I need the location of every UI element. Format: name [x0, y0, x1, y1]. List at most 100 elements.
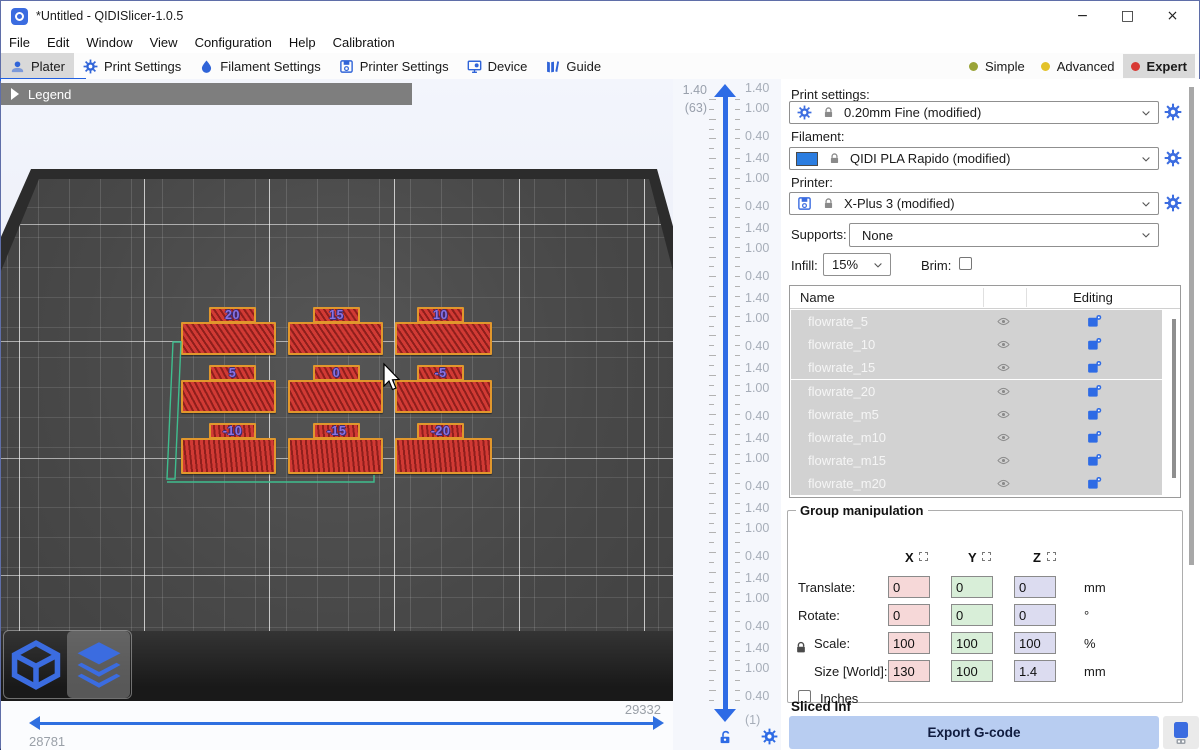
gcode-move-slider[interactable]: [39, 722, 653, 725]
gm-input-y[interactable]: 100: [951, 632, 993, 654]
menu-help[interactable]: Help: [289, 35, 316, 50]
plate-object-value[interactable]: 5: [209, 365, 256, 381]
gm-input-x[interactable]: 100: [888, 632, 930, 654]
move-slider-right-handle[interactable]: [653, 716, 664, 730]
filament-gear-button[interactable]: [1164, 149, 1182, 167]
object-row-flowrate_m10[interactable]: flowrate_m10: [791, 426, 1162, 449]
edit-icon[interactable]: [1087, 314, 1102, 329]
plate-object-body[interactable]: [288, 438, 383, 474]
plate-object-body[interactable]: [288, 380, 383, 413]
printer-combo[interactable]: X-Plus 3 (modified): [789, 192, 1159, 215]
infill-combo[interactable]: 15%: [823, 253, 891, 276]
legend-toggle[interactable]: Legend: [1, 83, 412, 105]
eye-icon[interactable]: [996, 431, 1011, 444]
plate-object-body[interactable]: [395, 380, 492, 413]
column-editing: Editing: [1048, 290, 1138, 305]
object-row-flowrate_5[interactable]: flowrate_5: [791, 310, 1162, 333]
layer-slider-lower-handle[interactable]: [714, 709, 736, 722]
object-row-flowrate_10[interactable]: flowrate_10: [791, 333, 1162, 356]
preview-view-button[interactable]: [67, 631, 130, 698]
gm-input-z[interactable]: 1.4: [1014, 660, 1056, 682]
plate-object-body[interactable]: [181, 322, 276, 355]
edit-icon[interactable]: [1087, 337, 1102, 352]
plate-object-value[interactable]: -15: [313, 423, 360, 439]
plate-object-body[interactable]: [395, 438, 492, 474]
eye-icon[interactable]: [996, 315, 1011, 328]
mode-advanced[interactable]: Advanced: [1033, 54, 1123, 78]
object-list-scrollbar[interactable]: [1172, 319, 1176, 478]
viewport-3d[interactable]: 20151050-5-10-15-20 Legend 29332 28781: [1, 79, 673, 750]
edit-icon[interactable]: [1087, 360, 1102, 375]
edit-icon[interactable]: [1087, 384, 1102, 399]
filament-combo[interactable]: QIDI PLA Rapido (modified): [789, 147, 1159, 170]
eye-icon[interactable]: [996, 408, 1011, 421]
tab-plater[interactable]: Plater: [1, 53, 74, 79]
menu-configuration[interactable]: Configuration: [195, 35, 272, 50]
plate-object-body[interactable]: [181, 438, 276, 474]
plate-object-body[interactable]: [181, 380, 276, 413]
plate-object-body[interactable]: [395, 322, 492, 355]
plate-object-body[interactable]: [288, 322, 383, 355]
print-settings-combo[interactable]: 0.20mm Fine (modified): [789, 101, 1159, 124]
move-slider-left-handle[interactable]: [29, 716, 40, 730]
edit-icon[interactable]: [1087, 430, 1102, 445]
gm-input-z[interactable]: 0: [1014, 604, 1056, 626]
eye-icon[interactable]: [996, 361, 1011, 374]
plate-object-value[interactable]: 10: [417, 307, 464, 323]
edit-icon[interactable]: [1087, 407, 1102, 422]
layer-slider-upper-handle[interactable]: [714, 84, 736, 97]
object-row-flowrate_m20[interactable]: flowrate_m20: [791, 472, 1162, 495]
printer-gear-button[interactable]: [1164, 194, 1182, 212]
print-settings-gear-button[interactable]: [1164, 103, 1182, 121]
object-row-flowrate_m5[interactable]: flowrate_m5: [791, 403, 1162, 426]
menu-calibration[interactable]: Calibration: [333, 35, 395, 50]
brim-checkbox[interactable]: [959, 257, 972, 270]
export-gcode-button[interactable]: Export G-code: [789, 716, 1159, 749]
panel-scrollbar[interactable]: [1189, 87, 1194, 565]
menu-window[interactable]: Window: [86, 35, 132, 50]
plate-object-value[interactable]: 15: [313, 307, 360, 323]
gm-input-z[interactable]: 100: [1014, 632, 1056, 654]
supports-combo[interactable]: None: [849, 223, 1159, 247]
layer-slider-track[interactable]: [723, 97, 728, 711]
edit-icon[interactable]: [1087, 476, 1102, 491]
tab-device[interactable]: Device: [458, 53, 537, 79]
tab-printer-settings[interactable]: Printer Settings: [330, 53, 458, 79]
editor-view-button[interactable]: [4, 631, 67, 698]
maximize-button[interactable]: □: [1105, 1, 1150, 31]
menu-edit[interactable]: Edit: [47, 35, 69, 50]
mode-expert[interactable]: Expert: [1123, 54, 1195, 78]
gm-input-x[interactable]: 0: [888, 576, 930, 598]
menu-file[interactable]: File: [9, 35, 30, 50]
gm-input-x[interactable]: 130: [888, 660, 930, 682]
export-to-device-button[interactable]: [1163, 716, 1199, 749]
plate-object-value[interactable]: -20: [417, 423, 464, 439]
eye-icon[interactable]: [996, 477, 1011, 490]
object-row-flowrate_20[interactable]: flowrate_20: [791, 380, 1162, 403]
tab-filament-settings[interactable]: Filament Settings: [190, 53, 329, 79]
gm-input-x[interactable]: 0: [888, 604, 930, 626]
edit-icon[interactable]: [1087, 453, 1102, 468]
object-row-flowrate_15[interactable]: flowrate_15: [791, 356, 1162, 379]
plate-object-value[interactable]: -10: [209, 423, 256, 439]
close-button[interactable]: ×: [1150, 1, 1195, 31]
plate-object-value[interactable]: -5: [417, 365, 464, 381]
object-row-flowrate_m15[interactable]: flowrate_m15: [791, 449, 1162, 472]
plate-object-value[interactable]: 0: [313, 365, 360, 381]
eye-icon[interactable]: [996, 454, 1011, 467]
mode-simple[interactable]: Simple: [961, 54, 1033, 78]
layer-slider-lock-icon[interactable]: [717, 729, 733, 746]
eye-icon[interactable]: [996, 338, 1011, 351]
layer-slider-settings-icon[interactable]: [761, 728, 778, 745]
gm-input-y[interactable]: 100: [951, 660, 993, 682]
gm-input-y[interactable]: 0: [951, 604, 993, 626]
tab-guide[interactable]: Guide: [536, 53, 610, 79]
gm-input-y[interactable]: 0: [951, 576, 993, 598]
menu-view[interactable]: View: [150, 35, 178, 50]
eye-icon[interactable]: [996, 385, 1011, 398]
gm-input-z[interactable]: 0: [1014, 576, 1056, 598]
minimize-button[interactable]: −: [1060, 1, 1105, 31]
tab-print-settings[interactable]: Print Settings: [74, 53, 190, 79]
plate-object-value[interactable]: 20: [209, 307, 256, 323]
scale-lock-icon[interactable]: [794, 640, 808, 655]
